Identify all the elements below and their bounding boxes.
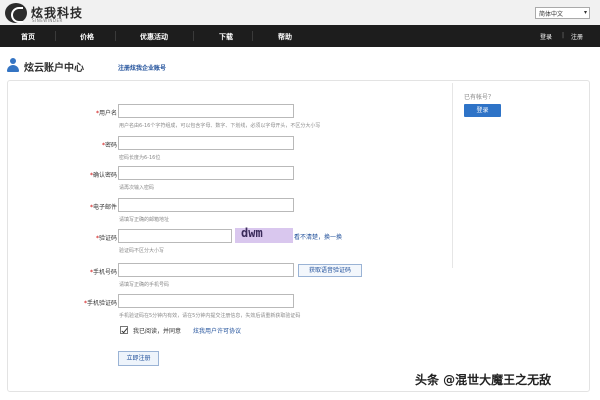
captcha-hint: 验证码不区分大小写 [119, 248, 165, 254]
existing-account-text: 已有帐号？ [464, 94, 495, 101]
password-label: *密码 [101, 142, 117, 149]
nav-item-download[interactable]: 下载 [219, 32, 233, 42]
nav-item-pricing[interactable]: 价格 [80, 32, 94, 42]
confirm-password-label: *确认密码 [89, 172, 117, 179]
nav-right-separator: | [562, 32, 565, 39]
phone-input[interactable] [118, 263, 294, 277]
nav-item-promotions[interactable]: 优惠活动 [140, 32, 168, 42]
user-icon [6, 58, 20, 72]
register-link[interactable]: 注册 [571, 32, 583, 41]
username-hint: 用户名由6-16个字符组成，可以包含字母、数字、下划线，必须以字母开头，不区分大… [119, 123, 321, 129]
captcha-refresh-link[interactable]: 看不清楚，换一换 [294, 232, 342, 241]
enterprise-register-link[interactable]: 注册炫我企业账号 [118, 63, 166, 72]
password-input[interactable] [118, 136, 294, 150]
nav-separator [193, 31, 194, 41]
captcha-image-text: dwm [241, 226, 263, 240]
nav-separator [55, 31, 56, 41]
username-input[interactable] [118, 104, 294, 118]
get-voice-code-button[interactable]: 获取语音验证码 [298, 264, 362, 277]
sms-code-input[interactable] [118, 294, 294, 308]
top-header: 炫我科技 SINEWINDER 简体中文 ▾ [0, 0, 600, 25]
language-value: 简体中文 [539, 11, 564, 18]
username-label: *用户名 [95, 110, 117, 117]
sms-code-hint: 手机验证码在5分钟内有效，请在5分钟内提交注册信息，失效后请重新获取验证码 [119, 313, 301, 319]
company-logo[interactable]: 炫我科技 SINEWINDER [5, 3, 115, 23]
nav-separator [252, 31, 253, 41]
captcha-label: *验证码 [95, 235, 117, 242]
nav-item-home[interactable]: 首页 [21, 32, 35, 42]
license-agreement-link[interactable]: 炫我用户许可协议 [193, 326, 241, 335]
confirm-password-input[interactable] [118, 166, 294, 180]
nav-item-help[interactable]: 帮助 [278, 32, 292, 42]
phone-hint: 请填写正确的手机号码 [119, 282, 170, 288]
page-title: 炫云账户中心 [24, 63, 84, 74]
register-now-button[interactable]: 立即注册 [118, 351, 159, 366]
phone-label: *手机号码 [89, 269, 117, 276]
password-hint: 密码长度为6-16位 [119, 155, 161, 161]
logo-mark-icon [5, 3, 27, 23]
language-select[interactable]: 简体中文 ▾ [535, 7, 590, 19]
watermark: 头条 @混世大魔王之无敌 [415, 373, 552, 387]
main-nav: 首页 价格 优惠活动 下载 帮助 登录 | 注册 [0, 25, 600, 47]
nav-separator [115, 31, 116, 41]
sms-code-label: *手机验证码 [83, 300, 117, 307]
agree-text: 我已阅读，并同意 [133, 328, 182, 335]
chevron-down-icon: ▾ [583, 9, 587, 16]
captcha-image[interactable]: dwm [235, 226, 293, 243]
captcha-input[interactable] [118, 229, 232, 243]
panel-divider [452, 83, 453, 268]
agree-checkbox[interactable] [120, 326, 128, 334]
account-header: 炫云账户中心 注册炫我企业账号 [6, 58, 406, 78]
email-label: *电子邮件 [89, 204, 117, 211]
login-link[interactable]: 登录 [540, 32, 552, 41]
logo-subtitle: SINEWINDER [32, 18, 63, 23]
confirm-password-hint: 请再次输入密码 [119, 185, 155, 191]
side-login-button[interactable]: 登录 [464, 104, 501, 117]
email-hint: 请填写正确的邮箱地址 [119, 217, 170, 223]
email-input[interactable] [118, 198, 294, 212]
